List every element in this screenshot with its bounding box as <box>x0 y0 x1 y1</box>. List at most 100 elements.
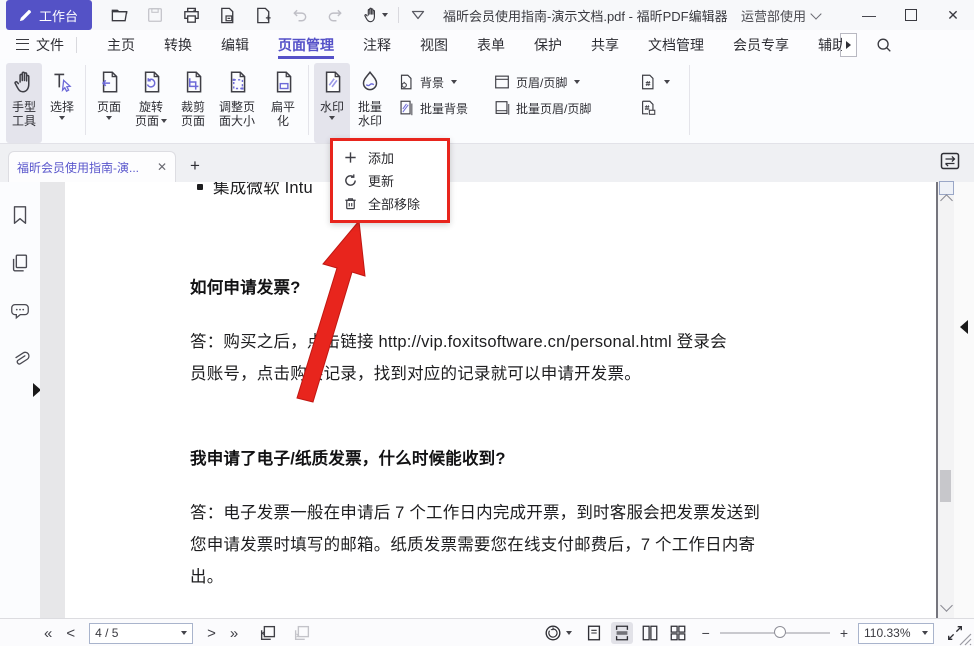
open-file-button[interactable] <box>108 4 130 26</box>
undo-button[interactable] <box>288 4 310 26</box>
redo-button[interactable] <box>324 4 346 26</box>
hand-gesture-button[interactable] <box>360 4 390 26</box>
pages-panel-button[interactable] <box>9 252 31 274</box>
vertical-scrollbar[interactable] <box>936 182 954 618</box>
dropdown-caret-icon <box>574 80 580 84</box>
bates-numbering-button[interactable] <box>639 73 677 91</box>
batch-watermark-button[interactable]: 批量水印 <box>352 63 388 143</box>
maximize-button[interactable] <box>890 0 932 30</box>
clipped-bullet-line: 集成微软 Intu <box>197 182 313 198</box>
scrollbar-split-box[interactable] <box>939 181 954 195</box>
tab-comment[interactable]: 注释 <box>363 30 391 59</box>
tab-member[interactable]: 会员专享 <box>733 30 789 59</box>
refresh-icon <box>343 173 358 188</box>
tab-page-management[interactable]: 页面管理 <box>278 30 334 59</box>
last-page-button[interactable]: » <box>230 625 238 642</box>
menu-item-update-watermark[interactable]: 更新 <box>333 169 447 192</box>
document-viewport[interactable]: 集成微软 Intu 如何申请发票? 答：购买之后，点击链接 http://vip… <box>40 182 936 618</box>
tab-doc-management[interactable]: 文档管理 <box>648 30 704 59</box>
comments-panel-button[interactable] <box>9 300 31 322</box>
tab-protect[interactable]: 保护 <box>534 30 562 59</box>
first-page-button[interactable]: « <box>44 625 52 642</box>
menu-item-add-watermark[interactable]: 添加 <box>333 146 447 169</box>
rotate-view-button[interactable] <box>543 623 563 643</box>
hand-tool-button[interactable]: 手型工具 <box>6 63 42 143</box>
select-label: 选择 <box>50 100 74 114</box>
new-tab-button[interactable]: + <box>190 156 200 176</box>
close-button[interactable]: ✕ <box>932 0 974 30</box>
resize-page-button[interactable]: 调整页面大小 <box>213 63 261 143</box>
tab-share[interactable]: 共享 <box>591 30 619 59</box>
tab-view[interactable]: 视图 <box>420 30 448 59</box>
crop-page-label: 裁剪页面 <box>180 100 206 128</box>
next-page-button[interactable]: > <box>207 625 216 642</box>
batch-watermark-label: 批量水印 <box>357 100 383 128</box>
rotate-page-button[interactable]: 旋转页面 <box>129 63 173 143</box>
separator <box>85 65 86 135</box>
zoom-slider[interactable] <box>720 632 830 634</box>
zoom-in-button[interactable]: + <box>838 625 850 641</box>
bookmarks-panel-button[interactable] <box>9 204 31 226</box>
window-resize-grip[interactable] <box>958 632 972 646</box>
save-button[interactable] <box>144 4 166 26</box>
document-tab[interactable]: 福昕会员使用指南-演... ✕ <box>8 151 176 182</box>
print-button[interactable] <box>180 4 202 26</box>
panel-toggle-button[interactable] <box>938 149 962 173</box>
tab-close-icon[interactable]: ✕ <box>157 160 167 174</box>
select-tool-button[interactable]: 选择 <box>44 63 80 143</box>
zoom-slider-knob[interactable] <box>774 626 786 638</box>
crop-page-button[interactable]: 裁剪页面 <box>175 63 211 143</box>
doc-answer-line: 出。 <box>190 563 223 587</box>
ribbon-menubar: 文件 主页 转换 编辑 页面管理 注释 视图 表单 保护 共享 文档管理 会员专… <box>0 30 974 59</box>
previous-view-button[interactable] <box>258 623 278 643</box>
tab-convert[interactable]: 转换 <box>164 30 192 59</box>
batch-background-button[interactable]: 批量背景 <box>397 99 493 117</box>
scroll-down-arrow[interactable] <box>940 599 953 612</box>
watermark-button[interactable]: 水印 <box>314 63 350 143</box>
file-menu[interactable]: 文件 <box>16 35 64 55</box>
account-menu[interactable]: 运营部使用 <box>741 6 820 25</box>
workspace-button[interactable]: 工作台 <box>6 0 92 30</box>
extract-page-button[interactable] <box>216 4 238 26</box>
continuous-facing-view-button[interactable] <box>667 622 689 644</box>
doc-answer-line: 员账号，点击购买记录，找到对应的记录就可以申请开发票。 <box>190 360 641 384</box>
facing-view-button[interactable] <box>639 622 661 644</box>
menu-item-label: 添加 <box>368 148 394 167</box>
minimize-button[interactable]: — <box>848 0 890 30</box>
scrollbar-thumb[interactable] <box>940 470 951 502</box>
zoom-out-button[interactable]: − <box>700 625 712 641</box>
attachments-panel-button[interactable] <box>9 348 31 370</box>
document-title: 福昕会员使用指南-演示文档.pdf - 福昕PDF编辑器 <box>443 6 728 25</box>
separator <box>76 37 77 53</box>
dropdown-caret-icon <box>181 631 187 635</box>
header-footer-button[interactable]: 页眉/页脚 <box>493 73 639 91</box>
continuous-view-button[interactable] <box>611 622 633 644</box>
flatten-button[interactable]: 扁平化 <box>263 63 303 143</box>
annotation-red-frame: 添加 更新 全部移除 <box>330 138 450 223</box>
quill-pen-icon <box>18 8 33 23</box>
single-page-view-button[interactable] <box>583 622 605 644</box>
tab-edit[interactable]: 编辑 <box>221 30 249 59</box>
menu-item-remove-all-watermarks[interactable]: 全部移除 <box>333 192 447 215</box>
scroll-up-arrow[interactable] <box>940 194 953 207</box>
background-button[interactable]: 背景 <box>397 73 493 91</box>
tab-form[interactable]: 表单 <box>477 30 505 59</box>
menu-overflow-button[interactable] <box>840 33 857 57</box>
page-number-combobox[interactable]: 4 / 5 <box>89 623 193 644</box>
document-tab-title: 福昕会员使用指南-演... <box>17 159 139 176</box>
next-view-button[interactable] <box>292 623 312 643</box>
new-page-button[interactable] <box>252 4 274 26</box>
collapse-ribbon-button[interactable] <box>407 4 429 26</box>
expand-right-panel-handle[interactable] <box>960 320 968 334</box>
batch-header-footer-button[interactable]: 批量页眉/页脚 <box>493 99 639 117</box>
dropdown-caret-icon <box>382 13 388 17</box>
page-button[interactable]: 页面 <box>91 63 127 143</box>
batch-header-footer-label: 批量页眉/页脚 <box>516 100 591 117</box>
batch-bates-button[interactable] <box>639 99 677 117</box>
batch-background-label: 批量背景 <box>420 100 468 117</box>
tab-accessibility[interactable]: 辅助 <box>818 30 842 59</box>
zoom-level-combobox[interactable]: 110.33% <box>858 623 934 644</box>
previous-page-button[interactable]: < <box>66 625 75 642</box>
search-button[interactable] <box>873 34 895 56</box>
tab-home[interactable]: 主页 <box>107 30 135 59</box>
